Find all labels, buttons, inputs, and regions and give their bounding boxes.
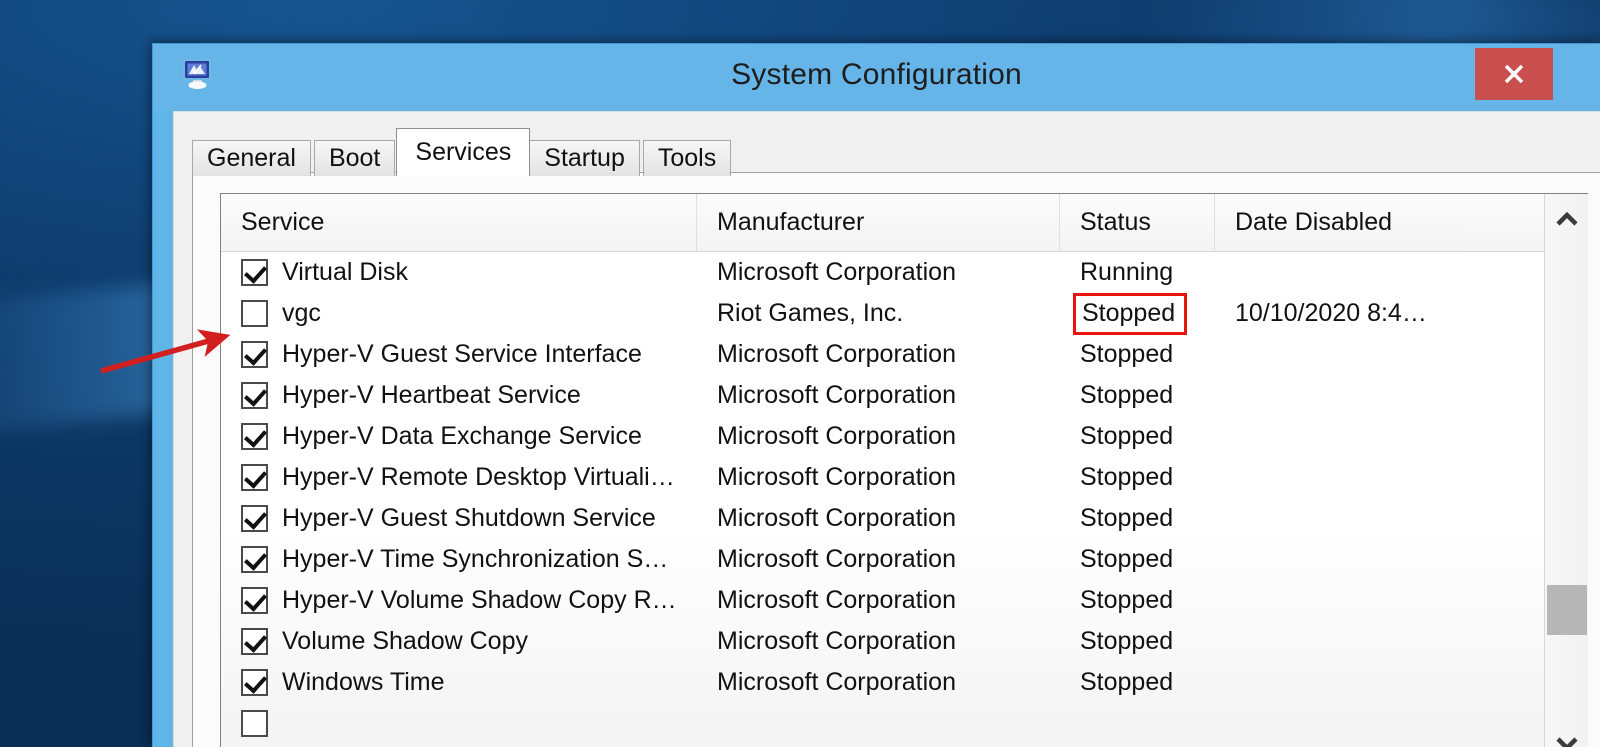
table-row[interactable]: Hyper-V Volume Shadow Copy R… Microsoft C… bbox=[221, 580, 1588, 621]
status-cell: Running bbox=[1080, 258, 1174, 286]
column-header-date-disabled[interactable]: Date Disabled bbox=[1215, 194, 1460, 251]
table-row[interactable]: Hyper-V Guest Service Interface Microsoft… bbox=[221, 334, 1588, 375]
chevron-down-icon bbox=[1556, 737, 1578, 747]
column-header-status[interactable]: Status bbox=[1060, 194, 1215, 251]
service-name: Windows Time bbox=[282, 668, 445, 696]
services-table-body: Virtual Disk Microsoft Corporation Running… bbox=[221, 252, 1588, 747]
status-cell: Stopped bbox=[1080, 504, 1174, 532]
status-cell: Stopped bbox=[1080, 627, 1174, 655]
checkbox-unchecked[interactable] bbox=[241, 710, 268, 737]
table-row[interactable]: Hyper-V Time Synchronization S… Microsoft… bbox=[221, 539, 1588, 580]
table-row[interactable]: Volume Shadow Copy Microsoft Corporation S… bbox=[221, 621, 1588, 662]
column-header-service[interactable]: Service bbox=[221, 194, 697, 251]
services-list: Service Manufacturer Status Date Disable… bbox=[220, 193, 1588, 747]
checkbox-checked[interactable] bbox=[241, 341, 268, 368]
service-name: Hyper-V Data Exchange Service bbox=[282, 422, 642, 450]
tab-services[interactable]: Services bbox=[396, 128, 531, 176]
table-row[interactable]: Hyper-V Guest Shutdown Service Microsoft … bbox=[221, 498, 1588, 539]
service-cell: Virtual Disk bbox=[221, 258, 697, 287]
window-title: System Configuration bbox=[731, 58, 1022, 91]
service-cell bbox=[221, 710, 697, 737]
scrollbar-thumb[interactable] bbox=[1547, 585, 1587, 635]
service-cell: Windows Time bbox=[221, 668, 697, 697]
service-name: Hyper-V Volume Shadow Copy R… bbox=[282, 586, 677, 614]
status-cell: Stopped bbox=[1080, 463, 1174, 491]
tab-strip: General Boot Services Startup Tools bbox=[192, 128, 734, 176]
status-badge-highlighted: Stopped bbox=[1073, 292, 1188, 335]
status-cell: Stopped bbox=[1080, 381, 1174, 409]
service-name: Volume Shadow Copy bbox=[282, 627, 528, 655]
table-row[interactable]: Hyper-V Heartbeat Service Microsoft Corpo… bbox=[221, 375, 1588, 416]
checkbox-unchecked[interactable] bbox=[241, 300, 268, 327]
manufacturer-cell: Microsoft Corporation bbox=[717, 381, 956, 409]
dialog-body: General Boot Services Startup Tools Serv… bbox=[173, 111, 1600, 747]
manufacturer-cell: Microsoft Corporation bbox=[717, 504, 956, 532]
service-name: Hyper-V Guest Shutdown Service bbox=[282, 504, 656, 532]
status-cell: Stopped bbox=[1080, 340, 1174, 368]
tab-startup[interactable]: Startup bbox=[529, 140, 640, 176]
vertical-scrollbar[interactable] bbox=[1544, 194, 1588, 747]
table-row[interactable]: Hyper-V Remote Desktop Virtuali… Microsof… bbox=[221, 457, 1588, 498]
status-cell: Stopped bbox=[1080, 545, 1174, 573]
table-row[interactable]: vgc Riot Games, Inc. Stopped 10/10/2020 8:4… bbox=[221, 292, 1588, 335]
service-cell: Volume Shadow Copy bbox=[221, 627, 697, 656]
window-titlebar[interactable]: System Configuration bbox=[153, 44, 1600, 111]
service-cell: Hyper-V Volume Shadow Copy R… bbox=[221, 586, 697, 615]
services-table-header: Service Manufacturer Status Date Disable… bbox=[221, 194, 1588, 252]
manufacturer-cell: Microsoft Corporation bbox=[717, 463, 956, 491]
service-cell: Hyper-V Guest Shutdown Service bbox=[221, 504, 697, 533]
services-tab-panel: Service Manufacturer Status Date Disable… bbox=[192, 172, 1600, 747]
service-name: Hyper-V Heartbeat Service bbox=[282, 381, 581, 409]
service-cell: Hyper-V Data Exchange Service bbox=[221, 422, 697, 451]
tab-boot[interactable]: Boot bbox=[313, 140, 396, 176]
checkbox-checked[interactable] bbox=[241, 669, 268, 696]
scroll-down-button[interactable] bbox=[1545, 721, 1588, 747]
manufacturer-cell: Microsoft Corporation bbox=[717, 545, 956, 573]
manufacturer-cell: Microsoft Corporation bbox=[717, 586, 956, 614]
manufacturer-cell: Microsoft Corporation bbox=[717, 668, 956, 696]
checkbox-checked[interactable] bbox=[241, 259, 268, 286]
checkbox-checked[interactable] bbox=[241, 587, 268, 614]
manufacturer-cell: Microsoft Corporation bbox=[717, 627, 956, 655]
chevron-up-icon bbox=[1556, 212, 1578, 226]
status-cell: Stopped bbox=[1080, 668, 1174, 696]
system-configuration-window: System Configuration General Boot Servic… bbox=[152, 43, 1600, 747]
manufacturer-cell: Microsoft Corporation bbox=[717, 422, 956, 450]
tab-tools[interactable]: Tools bbox=[642, 140, 732, 176]
service-name: Virtual Disk bbox=[282, 258, 408, 286]
service-cell: Hyper-V Time Synchronization S… bbox=[221, 545, 697, 574]
checkbox-checked[interactable] bbox=[241, 546, 268, 573]
service-cell: vgc bbox=[221, 299, 697, 328]
column-header-manufacturer[interactable]: Manufacturer bbox=[697, 194, 1060, 251]
service-cell: Hyper-V Guest Service Interface bbox=[221, 340, 697, 369]
table-row[interactable]: Hyper-V Data Exchange Service Microsoft C… bbox=[221, 416, 1588, 457]
close-icon bbox=[1504, 64, 1524, 84]
service-name: Hyper-V Remote Desktop Virtuali… bbox=[282, 463, 675, 491]
status-cell: Stopped bbox=[1060, 292, 1215, 335]
status-cell: Stopped bbox=[1080, 586, 1174, 614]
checkbox-checked[interactable] bbox=[241, 423, 268, 450]
table-row[interactable] bbox=[221, 703, 1588, 744]
service-name: vgc bbox=[282, 299, 321, 327]
checkbox-checked[interactable] bbox=[241, 382, 268, 409]
status-cell: Stopped bbox=[1080, 422, 1174, 450]
service-cell: Hyper-V Remote Desktop Virtuali… bbox=[221, 463, 697, 492]
checkbox-checked[interactable] bbox=[241, 505, 268, 532]
checkbox-checked[interactable] bbox=[241, 464, 268, 491]
close-button[interactable] bbox=[1475, 48, 1553, 100]
tab-general[interactable]: General bbox=[192, 140, 311, 176]
manufacturer-cell: Microsoft Corporation bbox=[717, 340, 956, 368]
table-row[interactable]: Virtual Disk Microsoft Corporation Running bbox=[221, 252, 1588, 293]
table-row[interactable]: Windows Time Microsoft Corporation Stopped bbox=[221, 662, 1588, 703]
checkbox-checked[interactable] bbox=[241, 628, 268, 655]
scroll-up-button[interactable] bbox=[1545, 198, 1588, 242]
manufacturer-cell: Microsoft Corporation bbox=[717, 258, 956, 286]
manufacturer-cell: Riot Games, Inc. bbox=[717, 299, 904, 327]
service-cell: Hyper-V Heartbeat Service bbox=[221, 381, 697, 410]
service-name: Hyper-V Guest Service Interface bbox=[282, 340, 642, 368]
date-disabled-cell: 10/10/2020 8:4… bbox=[1235, 299, 1427, 327]
service-name: Hyper-V Time Synchronization S… bbox=[282, 545, 669, 573]
